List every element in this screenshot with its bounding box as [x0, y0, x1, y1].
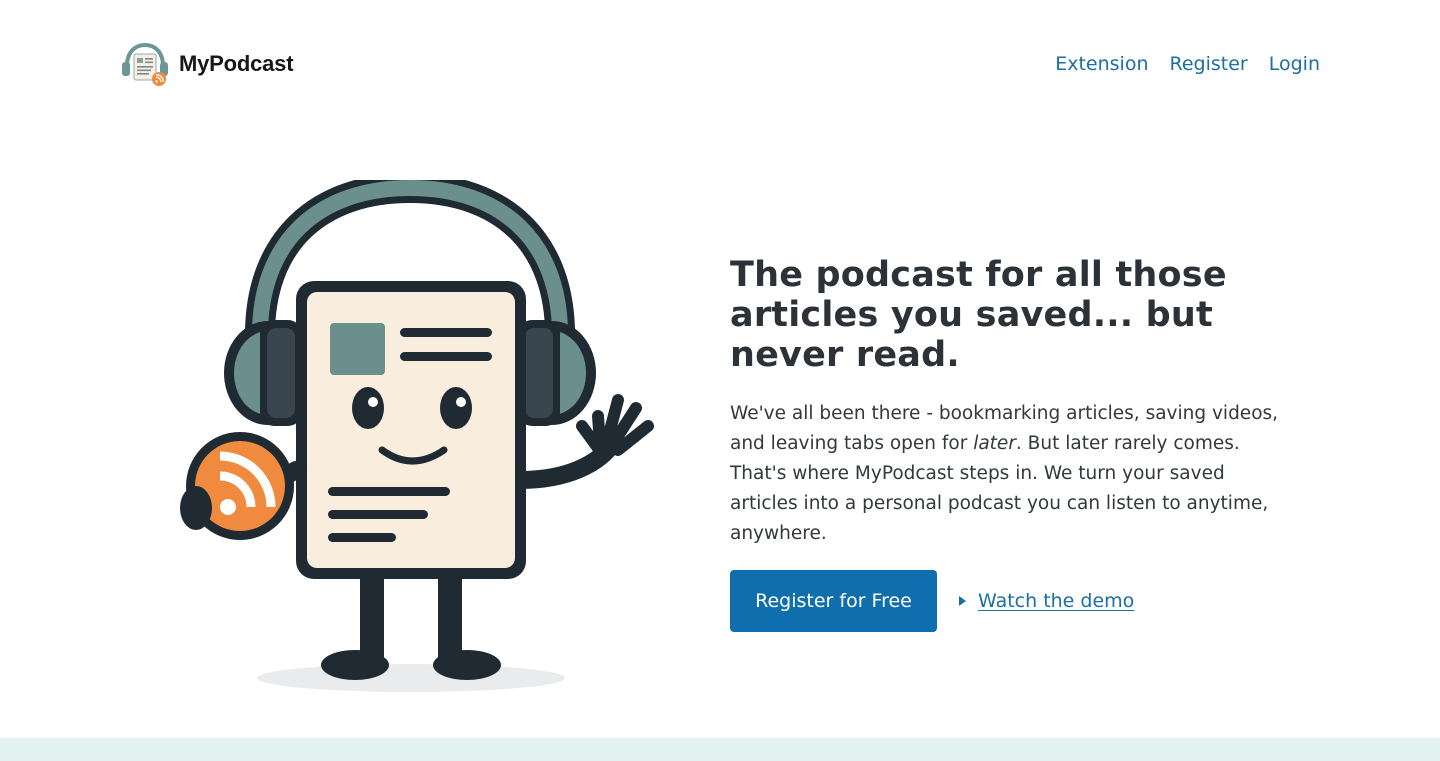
watch-demo-label: Watch the demo	[978, 590, 1135, 612]
hero-description: We've all been there - bookmarking artic…	[730, 403, 1279, 544]
hero-section: The podcast for all those articles you s…	[730, 255, 1300, 632]
nav-link-register[interactable]: Register	[1170, 51, 1248, 77]
hero-actions: Register for Free Watch the demo	[730, 570, 1300, 632]
nav-link-login[interactable]: Login	[1269, 51, 1320, 77]
podcast-logo-icon	[122, 42, 168, 86]
section-divider-band	[0, 738, 1440, 761]
watch-demo-link[interactable]: Watch the demo	[959, 590, 1134, 612]
brand-home-link[interactable]: MyPodcast	[120, 40, 294, 88]
register-for-free-button[interactable]: Register for Free	[730, 570, 937, 632]
hero-emphasis: later	[973, 433, 1016, 454]
top-navigation-bar: MyPodcast Extension Register Login	[0, 0, 1440, 128]
nav-link-extension[interactable]: Extension	[1055, 51, 1148, 77]
brand-name: MyPodcast	[179, 51, 294, 76]
main-nav: Extension Register Login	[1055, 51, 1320, 77]
hero-title: The podcast for all those articles you s…	[730, 255, 1227, 375]
play-icon	[959, 596, 966, 606]
podcast-mascot-illustration	[180, 180, 654, 692]
